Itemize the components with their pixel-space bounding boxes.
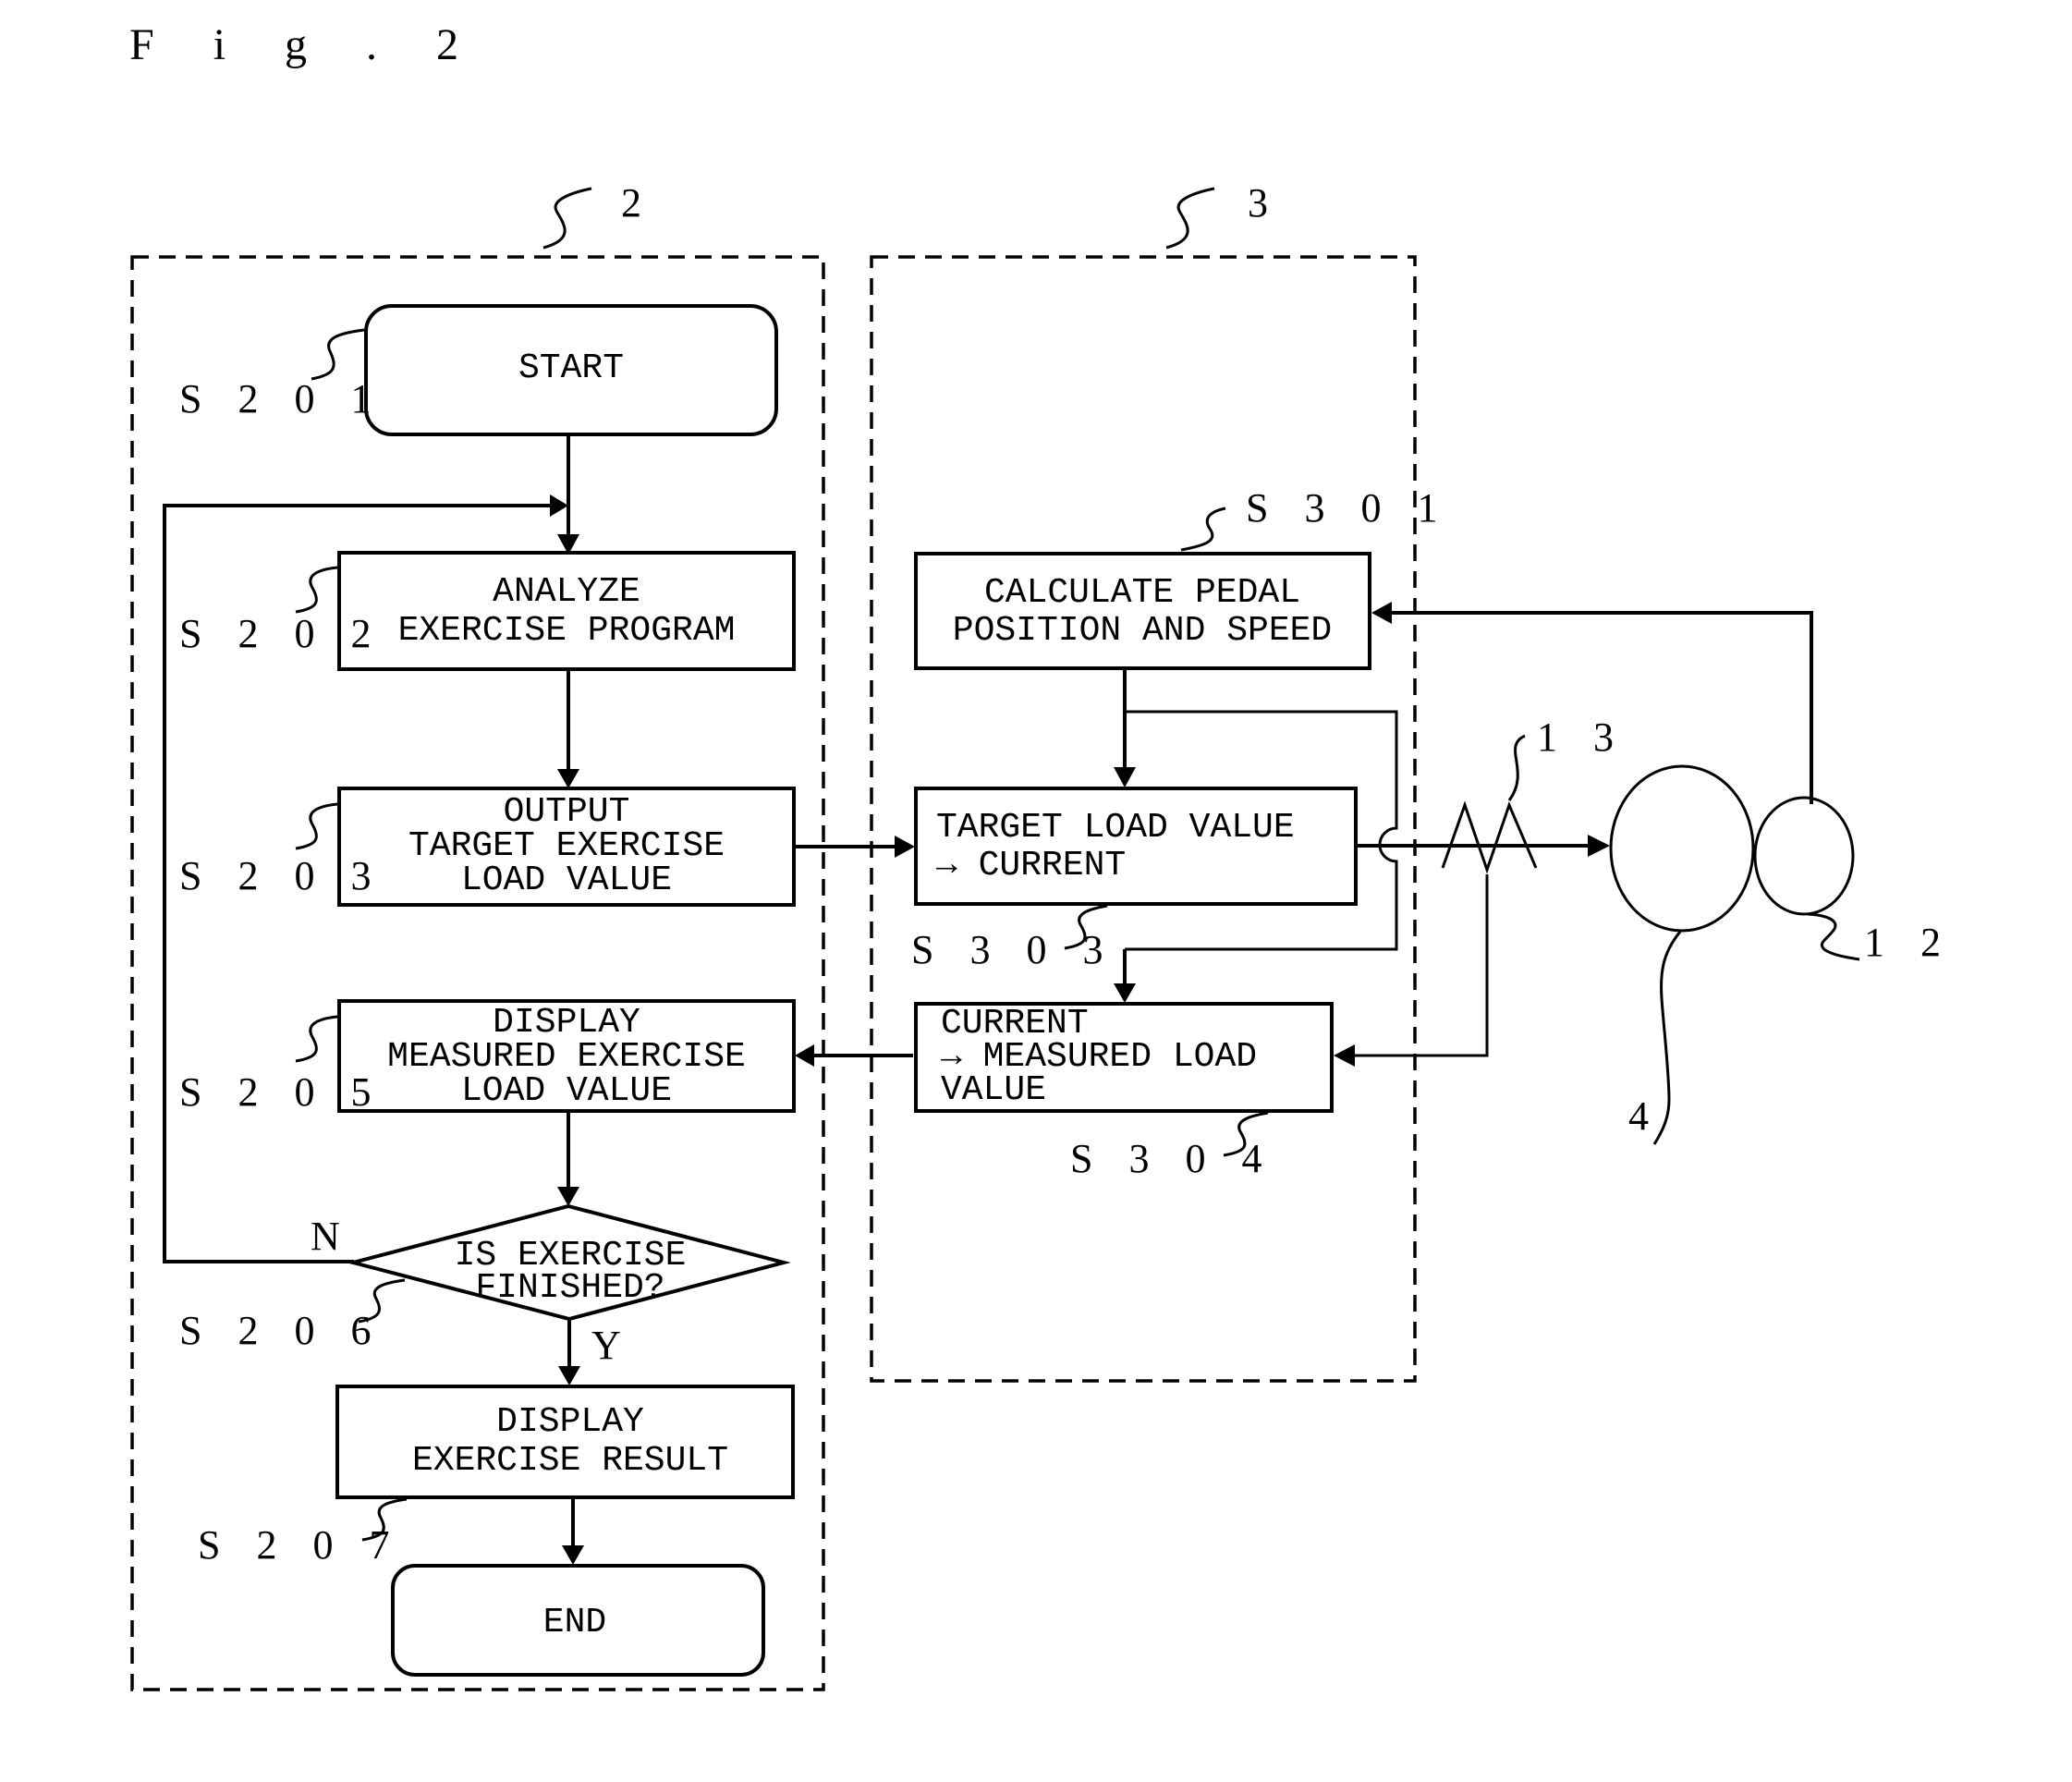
resistor-label: 1 3 (1537, 714, 1627, 760)
figure-title: F i g . 2 (129, 20, 482, 69)
decision-no-label: N (311, 1214, 340, 1259)
s207-ref-label: S 2 0 7 (198, 1522, 402, 1568)
arrowhead-current-measured-box (1114, 983, 1136, 1003)
s202-ref-label: S 2 0 2 (179, 611, 384, 656)
s301-leader-line (1180, 507, 1226, 552)
calc-pedal-line-1: CALCULATE PEDAL (984, 573, 1300, 613)
s301-ref-label: S 3 0 1 (1246, 485, 1450, 531)
current-to-measured-line-3: VALUE (941, 1070, 1046, 1110)
motor-label: 4 (1628, 1093, 1649, 1139)
analyze-line-1: ANALYZE (493, 572, 640, 612)
arrowhead-current-measured (1334, 1044, 1355, 1067)
flowchart-diagram: F i g . 2 2 3 START S 2 0 1 ANALYZE EXER… (129, 20, 1954, 1691)
s203-leader-line (295, 802, 338, 850)
end-label: END (543, 1603, 606, 1642)
controller-leader-line (542, 187, 592, 250)
s201-leader-line (311, 328, 365, 381)
motor-leader-line (1652, 931, 1682, 1145)
sensor-leader-line (1807, 912, 1860, 961)
arrowhead-output (557, 769, 579, 788)
arrowhead-display-measured (795, 1044, 814, 1067)
connector-sensor-feedback (1392, 611, 1813, 804)
target-to-current-line-1: TARGET LOAD VALUE (936, 808, 1295, 848)
arrowhead-result (558, 1366, 580, 1385)
motor-circle-icon (1609, 764, 1755, 933)
analyze-line-2: EXERCISE PROGRAM (398, 611, 736, 651)
connector-resistor-to-measured (1355, 874, 1489, 1057)
load-unit-group-label: 3 (1248, 180, 1281, 226)
sensor-circle-icon (1753, 796, 1855, 916)
s203-ref-label: S 2 0 3 (179, 853, 384, 898)
arrowhead-decision (557, 1187, 579, 1206)
s202-leader-line (295, 566, 338, 614)
display-result-line-1: DISPLAY (496, 1402, 644, 1442)
display-result-line-2: EXERCISE RESULT (412, 1441, 728, 1481)
output-target-line-3: LOAD VALUE (461, 860, 672, 900)
sensor-label: 1 2 (1864, 920, 1954, 965)
arrowhead-motor (1588, 835, 1610, 857)
s303-ref-label: S 3 0 3 (911, 927, 1115, 972)
arrowhead-target-current-box (1114, 767, 1136, 787)
resistor-zigzag-icon (1441, 800, 1538, 874)
s205-ref-label: S 2 0 5 (179, 1069, 384, 1115)
s205-leader-line (295, 1015, 338, 1063)
decision-line-2: FINISHED? (475, 1268, 664, 1308)
s304-ref-label: S 3 0 4 (1070, 1136, 1274, 1181)
s206-ref-label: S 2 0 6 (179, 1308, 384, 1353)
arrowhead-calc-pedal (1371, 602, 1392, 624)
decision-yes-label: Y (591, 1323, 621, 1368)
load-unit-leader-line (1165, 187, 1215, 250)
arrowhead-target-current (895, 836, 915, 858)
s201-ref-label: S 2 0 1 (179, 376, 384, 421)
calc-pedal-line-2: POSITION AND SPEED (953, 611, 1332, 651)
display-measured-line-3: LOAD VALUE (461, 1071, 672, 1111)
arrowhead-loop-back (550, 494, 568, 517)
resistor-leader-line (1507, 734, 1526, 801)
target-to-current-line-2: → CURRENT (936, 846, 1126, 885)
arrowhead-end (562, 1545, 584, 1565)
controller-group-label: 2 (621, 180, 654, 226)
start-label: START (518, 348, 624, 388)
